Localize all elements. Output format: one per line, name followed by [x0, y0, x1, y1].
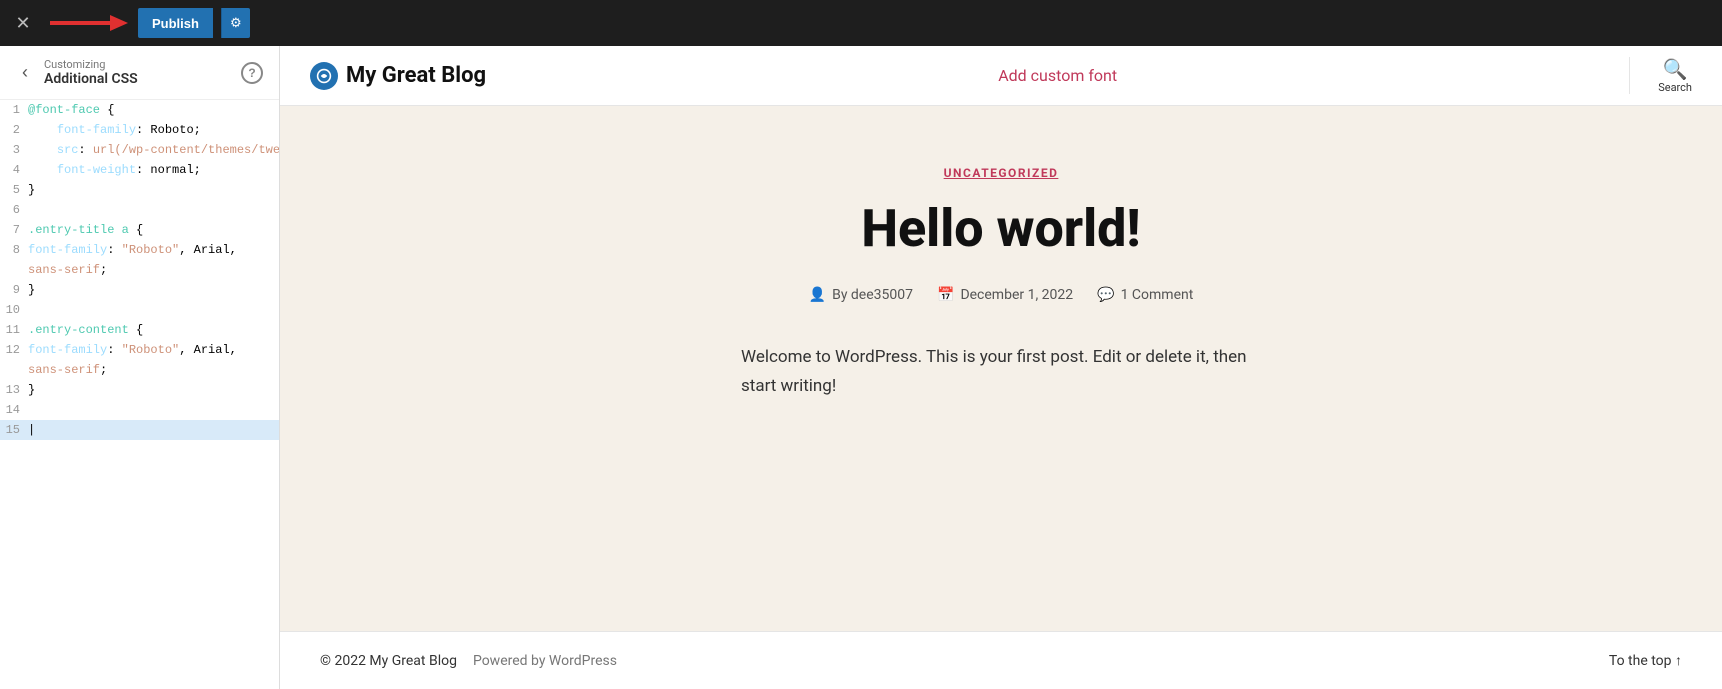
- code-line-active[interactable]: 15 |: [0, 420, 279, 440]
- code-line: 11 .entry-content {: [0, 320, 279, 340]
- code-line: 10: [0, 300, 279, 320]
- post-meta: 👤 By dee35007 📅 December 1, 2022 💬 1 Com…: [651, 287, 1351, 303]
- preview-panel: My Great Blog Add custom font 🔍 Search U…: [280, 46, 1722, 689]
- code-line: 14: [0, 400, 279, 420]
- code-line: 13 }: [0, 380, 279, 400]
- add-custom-font-link[interactable]: Add custom font: [998, 66, 1117, 85]
- post-category[interactable]: UNCATEGORIZED: [651, 166, 1351, 180]
- comment-icon: 💬: [1097, 287, 1114, 303]
- sidebar: ‹ Customizing Additional CSS ? 1 @font-f…: [0, 46, 280, 689]
- code-line: 2 font-family: Roboto;: [0, 120, 279, 140]
- main-layout: ‹ Customizing Additional CSS ? 1 @font-f…: [0, 46, 1722, 689]
- logo-icon: [310, 62, 338, 90]
- red-arrow-icon: [50, 11, 130, 35]
- search-area[interactable]: 🔍 Search: [1629, 57, 1692, 94]
- code-line: sans-serif;: [0, 260, 279, 280]
- preview-footer: © 2022 My Great Blog Powered by WordPres…: [280, 631, 1722, 689]
- footer-top-link[interactable]: To the top ↑: [1609, 652, 1682, 669]
- code-line: 9 }: [0, 280, 279, 300]
- footer-powered: Powered by WordPress: [473, 653, 617, 669]
- code-line: 5 }: [0, 180, 279, 200]
- arrow-container: [50, 11, 130, 35]
- post-date: December 1, 2022: [960, 287, 1073, 303]
- post-title: Hello world!: [651, 200, 1351, 257]
- post-author: By dee35007: [832, 287, 913, 303]
- code-editor[interactable]: 1 @font-face { 2 font-family: Roboto; 3 …: [0, 100, 279, 689]
- sidebar-header: ‹ Customizing Additional CSS ?: [0, 46, 279, 100]
- customizing-label: Customizing: [44, 58, 231, 71]
- code-line: 7 .entry-title a {: [0, 220, 279, 240]
- author-icon: 👤: [809, 287, 826, 303]
- blog-logo: My Great Blog: [310, 62, 486, 90]
- post-excerpt: Welcome to WordPress. This is your first…: [741, 343, 1261, 401]
- code-line: 12 font-family: "Roboto", Arial,: [0, 340, 279, 360]
- code-line: 8 font-family: "Roboto", Arial,: [0, 240, 279, 260]
- code-line: 3 src: url(/wp-content/themes/twentytwen…: [0, 140, 279, 160]
- preview-nav: My Great Blog Add custom font 🔍 Search: [280, 46, 1722, 106]
- publish-settings-button[interactable]: ⚙: [221, 8, 250, 38]
- close-button[interactable]: ✕: [8, 8, 38, 38]
- calendar-icon: 📅: [937, 287, 954, 303]
- code-line: 6: [0, 200, 279, 220]
- code-line: 4 font-weight: normal;: [0, 160, 279, 180]
- post-container: UNCATEGORIZED Hello world! 👤 By dee35007…: [651, 166, 1351, 401]
- top-bar: ✕ Publish ⚙: [0, 0, 1722, 46]
- search-label: Search: [1658, 81, 1692, 94]
- post-comments-meta: 💬 1 Comment: [1097, 287, 1193, 303]
- code-line: sans-serif;: [0, 360, 279, 380]
- blog-content: UNCATEGORIZED Hello world! 👤 By dee35007…: [280, 106, 1722, 631]
- search-icon: 🔍: [1663, 57, 1688, 81]
- help-button[interactable]: ?: [241, 62, 263, 84]
- section-label: Additional CSS: [44, 71, 231, 87]
- post-date-meta: 📅 December 1, 2022: [937, 287, 1073, 303]
- blog-title: My Great Blog: [346, 63, 486, 88]
- post-comments: 1 Comment: [1121, 287, 1194, 303]
- footer-copyright: © 2022 My Great Blog: [320, 653, 457, 669]
- code-line: 1 @font-face {: [0, 100, 279, 120]
- sidebar-header-text: Customizing Additional CSS: [44, 58, 231, 87]
- post-author-meta: 👤 By dee35007: [809, 287, 913, 303]
- back-button[interactable]: ‹: [16, 60, 34, 85]
- publish-button[interactable]: Publish: [138, 8, 213, 38]
- footer-left: © 2022 My Great Blog Powered by WordPres…: [320, 653, 617, 669]
